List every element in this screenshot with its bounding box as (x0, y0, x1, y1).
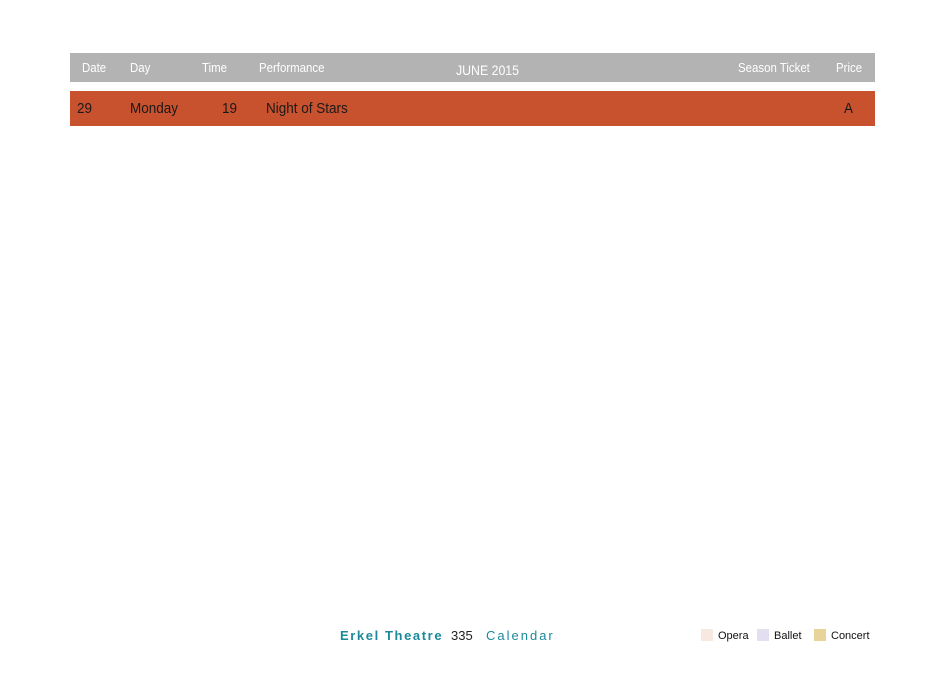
footer-section: Calendar (486, 628, 555, 643)
legend-ballet: Ballet (757, 629, 802, 642)
row-performance: Night of Stars (266, 100, 348, 117)
page-number: 335 (451, 628, 473, 643)
legend-swatch-opera (701, 629, 713, 641)
header-day: Day (130, 60, 151, 75)
header-performance: Performance (259, 60, 325, 75)
footer-theatre: Erkel Theatre (340, 628, 444, 643)
row-date: 29 (77, 100, 93, 117)
legend-label-opera: Opera (718, 630, 749, 642)
legend-swatch-concert (814, 629, 826, 641)
legend-opera: Opera (701, 629, 749, 642)
header-time: Time (202, 60, 227, 75)
row-day: Monday (130, 100, 179, 117)
table-row: 29 Monday 19 Night of Stars A (70, 91, 875, 126)
legend-label-concert: Concert (831, 630, 870, 642)
header-month: JUNE 2015 (456, 62, 520, 78)
table-header: Date Day Time Performance JUNE 2015 Seas… (70, 53, 875, 82)
row-price: A (844, 100, 854, 117)
row-time: 19 (222, 100, 238, 117)
header-season-ticket: Season Ticket (738, 60, 810, 75)
legend-concert: Concert (814, 629, 870, 642)
legend-swatch-ballet (757, 629, 769, 641)
page-footer: Erkel Theatre 335 Calendar Opera Ballet … (0, 626, 945, 648)
header-date: Date (82, 60, 107, 75)
legend-label-ballet: Ballet (774, 630, 802, 642)
header-price: Price (836, 60, 863, 75)
